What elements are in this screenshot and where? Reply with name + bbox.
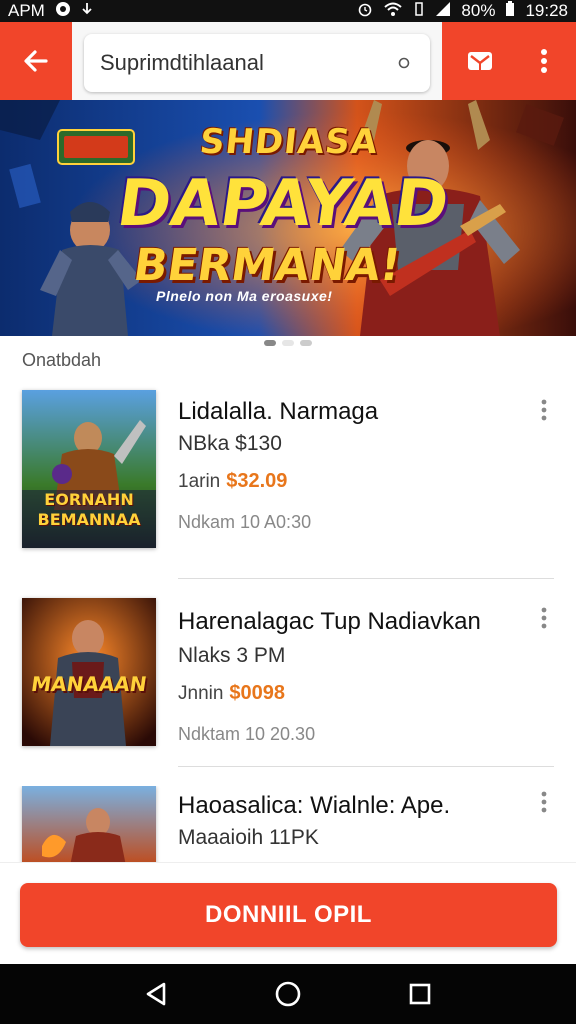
nav-home-button[interactable] [268,974,308,1014]
item-more-button[interactable] [532,604,556,632]
promo-banner[interactable]: SHDIASA DAPAYAD BERMANA! Plnelo non Ma e… [0,100,576,336]
alarm-icon [357,1,373,22]
more-vertical-icon [541,791,547,813]
carousel-dot-2[interactable] [282,340,294,346]
item-title: Harenalagac Tup Nadiavkan [178,608,481,635]
mail-button[interactable] [446,22,514,100]
item-more-button[interactable] [532,396,556,424]
search-input[interactable]: Suprimdtihlaanal [84,34,430,92]
item-thumbnail: MANAAAN [22,598,156,746]
item-meta: Ndktam 10 20.30 [178,724,316,744]
vibrate-icon [413,1,425,22]
item-price-row: Jnnin $0098 [178,682,285,705]
banner-headline-second-line: BERMANA! [130,240,404,291]
app-bar: Suprimdtihlaanal [0,22,576,100]
more-vertical-icon [541,399,547,421]
wifi-icon [383,1,403,22]
item-price: $0098 [229,682,286,704]
thumbnail-caption: MANAAAN [29,672,149,696]
banner-title-small: SHDIASA [197,122,381,162]
carousel-dot-1[interactable] [264,340,276,346]
item-thumbnail [22,786,156,866]
signal-icon [435,1,451,22]
item-more-button[interactable] [532,788,556,816]
triangle-back-icon [146,982,166,1006]
more-vertical-icon [541,49,547,73]
item-price: $32.09 [226,470,288,492]
game-logo-badge [57,129,135,165]
status-bar: APM 80% 19:28 [0,0,576,22]
circle-home-icon [275,981,301,1007]
item-price-row: 1arin $32.09 [178,470,287,493]
item-subtitle: NBka $130 [178,432,282,455]
carrier-label: APM [8,1,45,20]
carousel-indicator [0,340,576,350]
back-button[interactable] [0,22,72,100]
nav-back-button[interactable] [136,974,176,1014]
battery-icon [505,0,515,22]
item-title: Haoasalica: Wialnle: Ape. [178,792,451,819]
square-recents-icon [409,983,431,1005]
section-heading: Onatbdah [22,350,102,370]
item-price-label: 1arin [178,471,221,492]
thumbnail-caption: EORNAHN BEMANNAA [37,490,141,529]
item-thumbnail: EORNAHN BEMANNAA [22,390,156,548]
list-item[interactable]: MANAAAN Harenalagac Tup Nadiavkan Nlaks … [0,598,576,768]
sync-icon [55,1,71,22]
divider [178,766,554,767]
battery-percent: 80% [461,1,496,20]
item-price-label: Jnnin [178,683,224,704]
item-meta: Ndkam 10 A0:30 [178,512,312,532]
list-item[interactable]: EORNAHN BEMANNAA Lidalalla. Narmaga NBka… [0,388,576,579]
more-vertical-icon [541,607,547,629]
divider [178,578,554,579]
clock-time: 19:28 [525,1,568,20]
carousel-dot-3[interactable] [300,340,312,346]
voice-search-icon[interactable] [394,53,414,73]
bottom-action-bar: DONNIIL OPIL [0,862,576,964]
nav-recents-button[interactable] [400,974,440,1014]
item-title: Lidalalla. Narmaga [178,398,379,425]
list-item[interactable]: Haoasalica: Wialnle: Ape. Maaaioih 11PK [0,786,576,866]
overflow-menu-button[interactable] [516,22,572,100]
item-subtitle: Nlaks 3 PM [178,644,286,667]
download-icon [81,1,93,21]
mail-icon [468,52,492,70]
screen: APM 80% 19:28 Suprimdtihlaanal SHDIASA D… [0,0,576,1024]
banner-headline: DAPAYAD [112,167,454,241]
banner-tagline: Plnelo non Ma eroasuxe! [156,288,333,304]
primary-action-button[interactable]: DONNIIL OPIL [20,883,557,947]
search-query-text: Suprimdtihlaanal [100,50,264,75]
system-nav-bar [0,964,576,1024]
arrow-left-icon [24,50,48,72]
item-subtitle: Maaaioih 11PK [178,826,319,849]
